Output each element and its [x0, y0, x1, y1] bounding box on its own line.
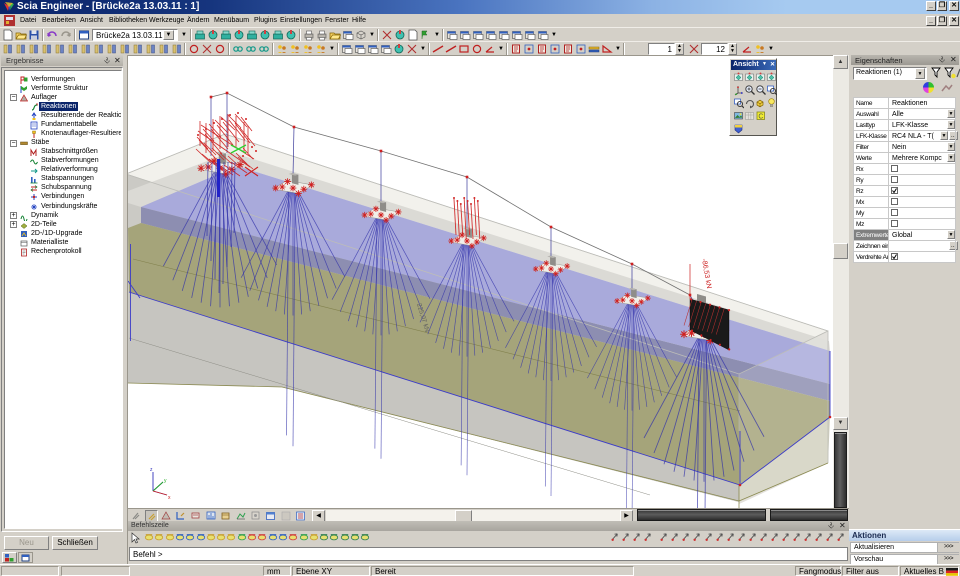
- svg-text:C: C: [758, 113, 763, 120]
